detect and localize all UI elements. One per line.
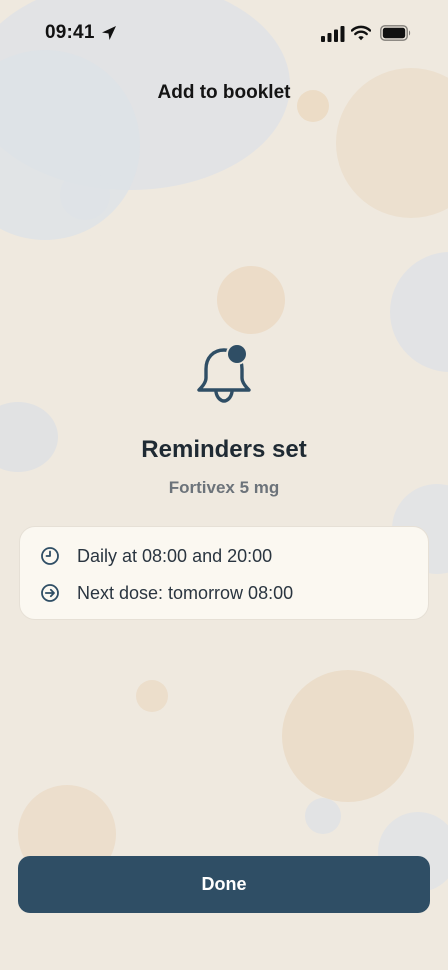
- background-blob: [282, 670, 414, 802]
- battery-icon: [380, 25, 411, 41]
- nav-title: Add to booklet: [157, 82, 291, 103]
- medication-name: Fortivex 5 mg: [168, 478, 280, 497]
- confirmation-title: Reminders set: [141, 436, 307, 463]
- background-blob: [217, 266, 285, 334]
- bell-with-badge-icon: [197, 343, 251, 403]
- background-blob: [136, 680, 168, 712]
- background-blob: [390, 252, 448, 372]
- location-arrow-icon: [102, 26, 116, 40]
- next-dose-text: Next dose: tomorrow 08:00: [77, 582, 294, 603]
- background-blob: [60, 170, 110, 220]
- arrow-circle-right-icon: [41, 584, 59, 602]
- status-time: 09:41: [45, 22, 95, 43]
- schedule-text: Daily at 08:00 and 20:00: [77, 545, 273, 566]
- schedule-row: Daily at 08:00 and 20:00: [40, 544, 272, 568]
- wifi-icon: [351, 25, 371, 41]
- reminder-details-card: Daily at 08:00 and 20:00 Next dose: tomo…: [19, 526, 429, 620]
- done-button[interactable]: Done: [18, 856, 430, 913]
- status-bar: 09:41: [0, 0, 448, 64]
- background-blob: [305, 798, 341, 834]
- next-dose-row: Next dose: tomorrow 08:00: [40, 581, 293, 605]
- clock-icon: [41, 547, 59, 565]
- signal-icon: [321, 26, 345, 42]
